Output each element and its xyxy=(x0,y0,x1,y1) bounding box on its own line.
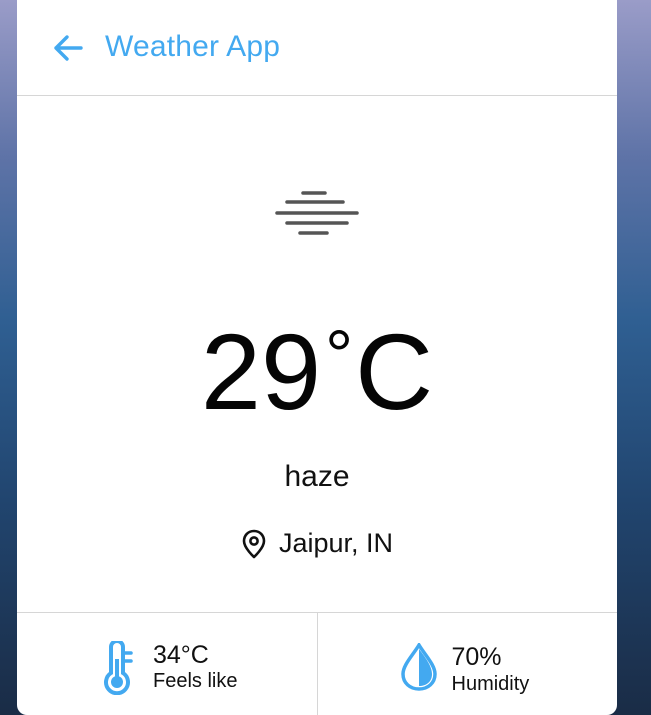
location-name: Jaipur, IN xyxy=(278,528,394,558)
haze-icon xyxy=(275,191,359,235)
feels-like-value: 34°C xyxy=(153,641,209,669)
water-drop-icon xyxy=(400,643,437,691)
temperature-unit: C xyxy=(355,311,434,432)
weather-description: haze xyxy=(284,460,350,493)
degree-symbol: ° xyxy=(325,316,354,394)
app-header: Weather App xyxy=(17,0,617,96)
temperature-display: 29°C xyxy=(17,318,617,426)
details-row: 34°C Feels like 70% Humidity xyxy=(17,612,617,715)
temperature-value: 29 xyxy=(200,311,322,432)
feels-like-label: Feels like xyxy=(153,670,238,692)
map-pin-icon xyxy=(242,529,266,558)
humidity-cell: 70% Humidity xyxy=(316,613,618,715)
feels-like-cell: 34°C Feels like xyxy=(17,613,317,715)
location-row: Jaipur, IN xyxy=(17,528,617,559)
arrow-left-icon[interactable] xyxy=(53,34,83,62)
humidity-label: Humidity xyxy=(451,673,530,695)
thermometer-icon xyxy=(104,641,133,695)
humidity-value: 70% xyxy=(451,643,502,671)
app-title: Weather App xyxy=(105,30,281,63)
weather-card: Weather App 29°C haze Jaipur, IN 34°C Fe… xyxy=(17,0,617,715)
